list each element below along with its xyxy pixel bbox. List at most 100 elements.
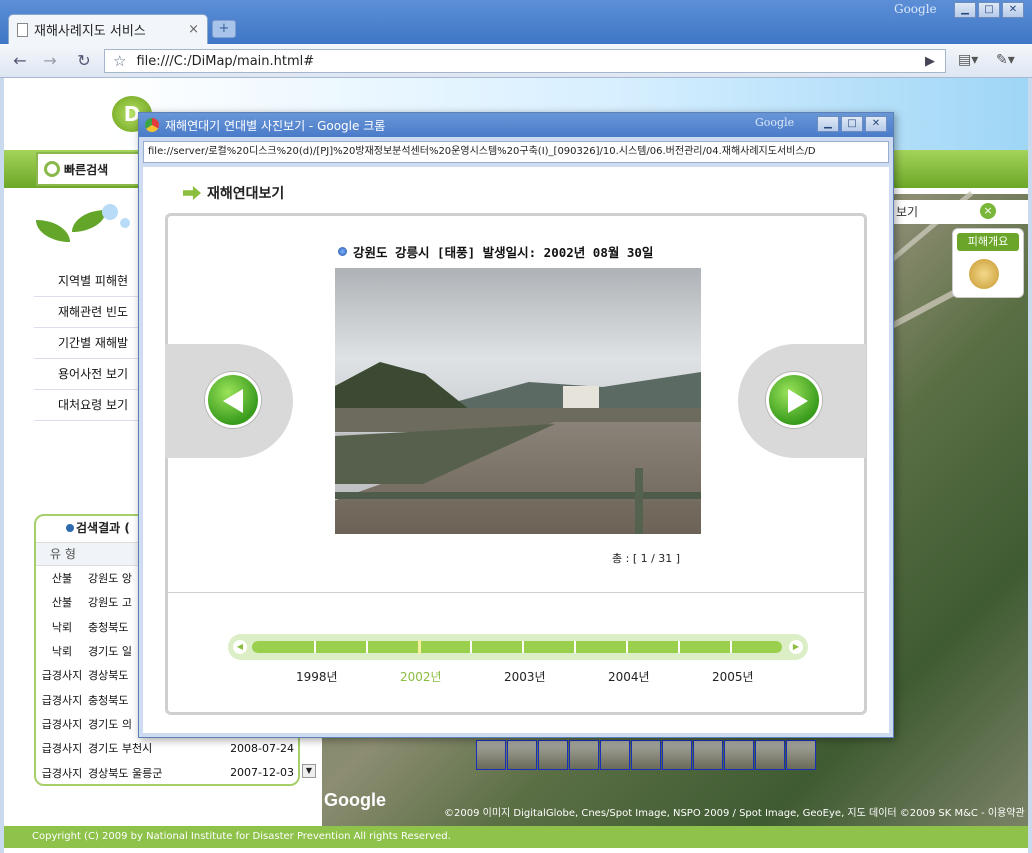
- arrow-right-icon: [788, 389, 808, 413]
- photo-thumbnail[interactable]: [600, 740, 630, 770]
- timeline-marker[interactable]: [418, 640, 421, 654]
- photo-thumbnail[interactable]: [693, 740, 723, 770]
- leaf-decoration: [32, 200, 142, 262]
- section-title: 재해연대보기: [207, 186, 285, 202]
- photo-thumbnail[interactable]: [476, 740, 506, 770]
- reload-button[interactable]: ↻: [72, 50, 96, 72]
- timeline-year[interactable]: 2004년: [608, 668, 650, 685]
- photo-thumbnail[interactable]: [724, 740, 754, 770]
- browser-tab[interactable]: 재해사례지도 서비스 ×: [8, 14, 208, 44]
- address-text: file:///C:/DiMap/main.html#: [136, 53, 315, 69]
- site-footer: Copyright (C) 2009 by National Institute…: [4, 826, 1028, 848]
- row-type: 낙뢰: [51, 645, 73, 659]
- document-icon: [17, 22, 28, 37]
- bullet-icon: [66, 524, 74, 532]
- bullet-icon: [338, 247, 347, 256]
- timeline-year-selected[interactable]: 2002년: [400, 668, 442, 685]
- disaster-photo: [335, 268, 701, 534]
- minimize-button[interactable]: ▁: [954, 2, 976, 18]
- year-timeline[interactable]: ◀ ▶: [228, 634, 808, 660]
- side-menu-item[interactable]: 재해관련 빈도: [34, 297, 140, 328]
- section-heading: 재해연대보기: [183, 183, 284, 203]
- photo-popup-window: 재해연대기 연대별 사진보기 - Google 크롬 Google ▁ □ ✕ …: [138, 112, 894, 738]
- globe-icon: [969, 259, 999, 289]
- timeline-year[interactable]: 1998년: [296, 668, 338, 685]
- wrench-icon[interactable]: ✎▾: [996, 52, 1015, 68]
- forward-button[interactable]: →: [38, 50, 62, 72]
- photo-thumbnail[interactable]: [662, 740, 692, 770]
- photo-thumbnail[interactable]: [538, 740, 568, 770]
- arrow-right-icon: [183, 186, 201, 200]
- side-menu-item[interactable]: 지역별 피해현: [34, 266, 140, 297]
- back-button[interactable]: ←: [8, 50, 32, 72]
- page-menu-icon[interactable]: ▤▾: [958, 52, 978, 68]
- side-menu: 지역별 피해현 재해관련 빈도 기간별 재해발 용어사전 보기 대처요령 보기: [34, 266, 140, 421]
- scroll-down-icon[interactable]: ▼: [302, 764, 316, 778]
- photo-thumbnail[interactable]: [755, 740, 785, 770]
- timeline-track[interactable]: [252, 640, 782, 654]
- timeline-year[interactable]: 2003년: [504, 668, 546, 685]
- popup-body: 재해연대보기 강원도 강릉시 [태풍] 발생일시: 2002년 08월 30일: [143, 167, 889, 733]
- photo-thumbnail[interactable]: [631, 740, 661, 770]
- row-type: 산불: [51, 596, 73, 610]
- close-icon[interactable]: ×: [980, 203, 996, 219]
- arrow-left-icon: [223, 389, 243, 413]
- close-button[interactable]: ✕: [1002, 2, 1024, 18]
- row-type: 급경사지: [41, 742, 83, 756]
- side-menu-item[interactable]: 기간별 재해발: [34, 328, 140, 359]
- row-type: 급경사지: [41, 766, 83, 780]
- row-place: 경기도 부천시: [88, 742, 153, 756]
- damage-summary-button[interactable]: 피해개요: [952, 228, 1024, 298]
- side-menu-item[interactable]: 용어사전 보기: [34, 359, 140, 390]
- browser-titlebar: 재해사례지도 서비스 × + Google ▁ □ ✕: [0, 0, 1032, 44]
- results-title: 검색결과 (: [76, 521, 130, 535]
- timeline-left-icon[interactable]: ◀: [233, 640, 247, 654]
- go-icon[interactable]: ▶: [925, 54, 935, 69]
- browser-brand: Google: [894, 2, 937, 16]
- photo-thumbnail[interactable]: [507, 740, 537, 770]
- previous-photo-area: [165, 344, 293, 458]
- row-type: 낙뢰: [51, 620, 73, 634]
- tab-title: 재해사례지도 서비스: [34, 24, 146, 39]
- photo-caption-text: 강원도 강릉시 [태풍] 발생일시: 2002년 08월 30일: [353, 245, 654, 260]
- divider: [168, 592, 864, 593]
- search-icon: [44, 161, 60, 177]
- maximize-button[interactable]: □: [978, 2, 1000, 18]
- browser-toolbar: ← → ↻ ☆ file:///C:/DiMap/main.html# ▶ ▤▾…: [0, 44, 1032, 78]
- side-menu-item[interactable]: 대처요령 보기: [34, 390, 140, 421]
- photo-thumbnail-strip: [476, 740, 817, 770]
- table-row[interactable]: 급경사지 경상북도 울릉군 2007-12-03: [36, 760, 298, 784]
- quick-search[interactable]: 빠른검색: [36, 152, 146, 186]
- photo-counter: 총 : [ 1 / 31 ]: [612, 552, 681, 565]
- table-row[interactable]: 급경사지 경기도 부천시 2008-07-24: [36, 736, 298, 760]
- maximize-button[interactable]: □: [841, 116, 863, 132]
- close-button[interactable]: ✕: [865, 116, 887, 132]
- next-photo-button[interactable]: [766, 372, 822, 428]
- previous-photo-button[interactable]: [205, 372, 261, 428]
- popup-brand: Google: [755, 116, 795, 129]
- photo-thumbnail[interactable]: [786, 740, 816, 770]
- popup-titlebar: 재해연대기 연대별 사진보기 - Google 크롬 Google ▁ □ ✕: [139, 113, 893, 137]
- popup-address-bar[interactable]: file://server/로컬%20디스크%20(d)/[PJ]%20방재정보…: [143, 141, 889, 163]
- timeline-year[interactable]: 2005년: [712, 668, 754, 685]
- star-icon[interactable]: ☆: [113, 52, 126, 70]
- map-view-tab[interactable]: 보기 ×: [872, 200, 1028, 224]
- window-controls: ▁ □ ✕: [954, 2, 1024, 18]
- row-type: 급경사지: [41, 693, 83, 707]
- photo-thumbnail[interactable]: [569, 740, 599, 770]
- minimize-button[interactable]: ▁: [817, 116, 839, 132]
- damage-summary-label: 피해개요: [957, 233, 1019, 251]
- timeline-right-icon[interactable]: ▶: [789, 640, 803, 654]
- new-tab-button[interactable]: +: [212, 20, 236, 38]
- photo-viewer: 강원도 강릉시 [태풍] 발생일시: 2002년 08월 30일 총: [1…: [165, 213, 867, 715]
- map-copyright: ©2009 이미지 DigitalGlobe, Cnes/Spot Image,…: [444, 808, 1025, 819]
- popup-window-controls: ▁ □ ✕: [817, 116, 887, 132]
- row-date: 2007-12-03: [230, 766, 294, 780]
- map-view-tab-label: 보기: [896, 205, 919, 219]
- row-place: 경상북도 울릉군: [88, 766, 163, 780]
- photo-caption: 강원도 강릉시 [태풍] 발생일시: 2002년 08월 30일: [338, 242, 653, 261]
- google-logo: Google: [324, 790, 386, 810]
- tab-close-icon[interactable]: ×: [188, 22, 199, 37]
- row-type: 산불: [51, 572, 73, 586]
- address-bar[interactable]: ☆ file:///C:/DiMap/main.html#: [104, 49, 946, 73]
